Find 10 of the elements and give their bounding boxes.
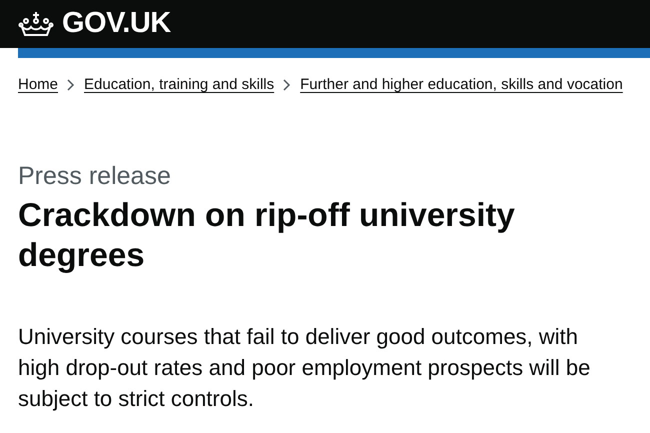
- chevron-icon: [67, 79, 76, 92]
- page-title: Crackdown on rip-off university degrees: [18, 194, 516, 274]
- crown-icon: [18, 11, 54, 37]
- logo-link[interactable]: GOV.UK: [62, 2, 171, 46]
- caption: Press release: [18, 160, 172, 190]
- lead-paragraph: University courses that fail to deliver good outcomes, with high drop-out rates and poor employment prospects will be subject to strict controls.: [18, 322, 592, 413]
- breadcrumb-link[interactable]: Home: [18, 74, 58, 96]
- breadcrumb-link[interactable]: Further and higher education, skills and vocation: [300, 74, 623, 96]
- breadcrumb-link[interactable]: Education, training and skills: [84, 74, 274, 96]
- chevron-icon: [283, 79, 292, 92]
